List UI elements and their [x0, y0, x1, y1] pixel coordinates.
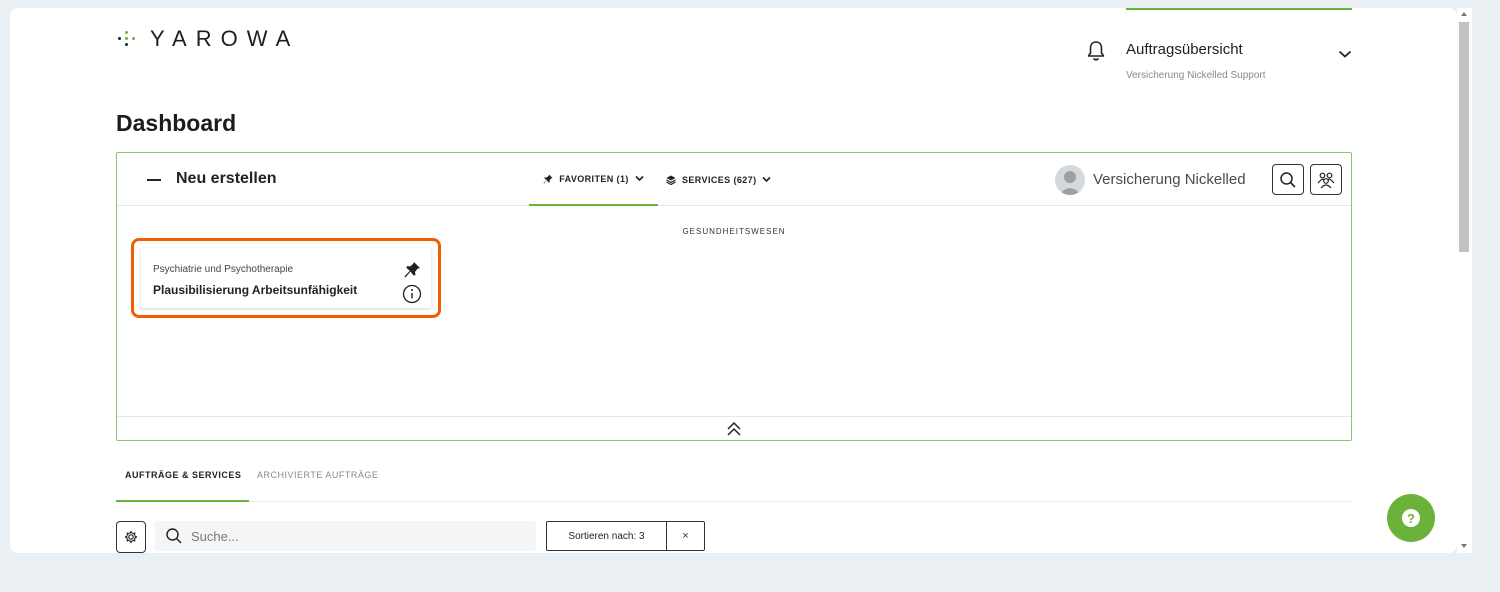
service-card-highlight: Psychiatrie und Psychotherapie Plausibil…: [131, 238, 441, 318]
logo-wordmark: YAROWA: [150, 26, 300, 51]
chevron-down-icon: [635, 175, 644, 182]
search-icon: [166, 528, 182, 544]
search-icon: [1280, 171, 1296, 188]
chevron-down-icon: [762, 176, 772, 183]
sort-chip: Sortieren nach: 3 ×: [546, 521, 705, 551]
help-button[interactable]: ?: [1387, 494, 1435, 542]
layers-icon: [666, 175, 676, 185]
chevron-down-icon[interactable]: [1338, 46, 1352, 58]
info-icon[interactable]: [402, 284, 422, 304]
collapse-panel-icon[interactable]: [147, 179, 161, 181]
order-overview-subtitle: Versicherung Nickelled Support: [1126, 70, 1266, 81]
order-overview-title: Auftragsübersicht: [1126, 41, 1243, 58]
bell-icon[interactable]: [1086, 40, 1106, 62]
scrollbar[interactable]: [1457, 8, 1472, 553]
scroll-down-arrow-icon[interactable]: [1461, 544, 1467, 548]
user-name[interactable]: Versicherung Nickelled: [1093, 171, 1246, 188]
tab-services-label: SERVICES (627): [682, 174, 757, 185]
scroll-up-arrow-icon[interactable]: [1461, 12, 1467, 16]
help-icon: ?: [1402, 509, 1420, 527]
create-new-panel: Neu erstellen FAVORITEN (1) SERVICES (62…: [116, 152, 1352, 441]
gear-icon: [125, 531, 137, 543]
search-button[interactable]: [1272, 164, 1304, 195]
logo-mark-icon: [114, 27, 140, 51]
tab-orders-services[interactable]: AUFTRÄGE & SERVICES: [116, 470, 249, 502]
create-panel-header: Neu erstellen FAVORITEN (1) SERVICES (62…: [117, 153, 1351, 206]
settings-button[interactable]: [116, 521, 146, 553]
sort-button[interactable]: Sortieren nach: 3: [547, 522, 667, 550]
users-button[interactable]: [1310, 164, 1342, 195]
scroll-thumb[interactable]: [1459, 22, 1469, 252]
app-viewport: YAROWA Auftragsübersicht Versicherung Ni…: [10, 8, 1457, 553]
search-input[interactable]: [191, 528, 521, 544]
service-card[interactable]: Psychiatrie und Psychotherapie Plausibil…: [141, 248, 431, 308]
section-label: GESUNDHEITSWESEN: [682, 227, 786, 236]
order-overview-dropdown[interactable]: Auftragsübersicht Versicherung Nickelled…: [1126, 8, 1352, 92]
search-field[interactable]: [155, 521, 536, 551]
yarowa-logo[interactable]: YAROWA: [114, 26, 299, 52]
orders-tabs: AUFTRÄGE & SERVICES ARCHIVIERTE AUFTRÄGE: [116, 456, 1352, 502]
panel-footer: [117, 416, 1351, 440]
double-chevron-up-icon[interactable]: [726, 420, 742, 438]
clear-sort-button[interactable]: ×: [667, 522, 704, 550]
service-category: Psychiatrie und Psychotherapie: [153, 264, 294, 275]
create-new-label[interactable]: Neu erstellen: [176, 170, 276, 188]
tab-favorites-label: FAVORITEN (1): [559, 173, 629, 184]
users-icon: [1317, 172, 1335, 188]
tab-archived-orders[interactable]: ARCHIVIERTE AUFTRÄGE: [257, 470, 378, 480]
pin-icon[interactable]: [403, 261, 421, 279]
service-title[interactable]: Plausibilisierung Arbeitsunfähigkeit: [153, 283, 357, 297]
avatar[interactable]: [1055, 165, 1085, 195]
tab-services[interactable]: SERVICES (627): [666, 153, 784, 206]
tab-favorites[interactable]: FAVORITEN (1): [529, 153, 658, 206]
page-title: Dashboard: [116, 110, 237, 136]
pin-icon: [543, 174, 553, 183]
